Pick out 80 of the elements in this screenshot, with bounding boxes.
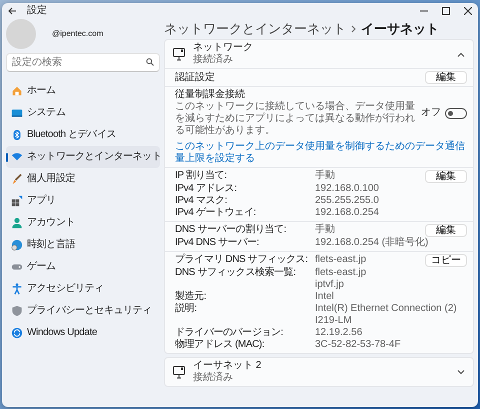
person-icon [11, 217, 23, 229]
sidebar-item[interactable]: ネットワークとインターネット [6, 146, 160, 168]
sidebar-item[interactable]: 個人用設定 [6, 168, 160, 190]
sidebar-item[interactable]: アクセシビリティ [6, 278, 160, 300]
property-value: 192.168.0.254 (非暗号化) [315, 237, 430, 249]
property-value: 手動 [315, 170, 336, 182]
brush-icon [11, 173, 23, 185]
setting-description: このネットワークに接続している場合、データ使用量を減らすためにアプリによっては異なる動作が行われる可能性があります。 [175, 101, 416, 137]
chevron-right-icon [351, 25, 356, 33]
property-value: Intel [315, 291, 335, 303]
shield-icon [11, 305, 23, 317]
sidebar-item[interactable]: アプリ [6, 190, 160, 212]
property-label: DNS サフィックス検索一覧: [175, 267, 297, 279]
property-label: 物理アドレス (MAC): [175, 339, 266, 351]
property-value: 3C-52-82-53-78-4F [315, 339, 402, 351]
bluetooth-icon [11, 129, 23, 141]
edit-button[interactable]: 編集 [425, 224, 467, 237]
property-value: 255.255.255.0 [315, 195, 380, 207]
close-icon[interactable] [464, 7, 472, 15]
wifi-icon [11, 151, 23, 163]
edit-button[interactable]: 編集 [425, 170, 467, 183]
data-limit-link[interactable]: このネットワーク上のデータ使用量を制御するためのデータ通信量上限を設定する [175, 141, 467, 165]
panel-title: イーサネット 2 [193, 360, 262, 372]
toggle-switch[interactable] [445, 108, 467, 118]
sidebar-item[interactable]: システム [6, 102, 160, 124]
sidebar-item[interactable]: Windows Update [6, 322, 160, 344]
home-icon [11, 85, 23, 97]
ethernet-icon [173, 366, 185, 378]
connection-status: 接続済み [193, 372, 234, 384]
property-value: Intel(R) Ethernet Connection (2) [315, 303, 458, 315]
sidebar-item[interactable]: プライバシーとセキュリティ [6, 300, 160, 322]
property-label: ドライバーのバージョン: [175, 327, 284, 339]
property-value: I219-LM [315, 315, 353, 327]
property-value: 192.168.0.254 [315, 207, 380, 219]
sidebar-item[interactable]: ゲーム [6, 256, 160, 278]
copy-button[interactable]: コピー [425, 254, 467, 267]
account-email: @ipentec.com [52, 28, 104, 40]
connection-status: 接続済み [193, 54, 234, 66]
sidebar-item[interactable]: 時刻と言語 [6, 234, 160, 256]
globe-icon [11, 239, 23, 251]
avatar [6, 19, 36, 49]
toggle-state-label: オフ [421, 107, 441, 119]
property-label: プライマリ DNS サフィックス: [175, 254, 309, 266]
setting-title: 従量制課金接続 [175, 89, 246, 101]
property-value: 手動 [315, 224, 336, 236]
accessibility-icon [11, 283, 23, 295]
panel-title: ネットワーク [193, 42, 254, 54]
property-label: IP 割り当て: [175, 170, 228, 182]
setting-label: 認証設定 [175, 72, 216, 84]
property-value: 12.19.2.56 [315, 327, 364, 339]
property-label: IPv4 DNS サーバー: [175, 237, 260, 249]
edit-button[interactable]: 編集 [425, 71, 467, 84]
back-icon[interactable] [8, 7, 17, 15]
chevron-up-icon[interactable] [457, 52, 465, 56]
search-field[interactable]: 設定の検索 [6, 53, 160, 72]
ethernet-icon [173, 48, 185, 60]
property-label: 説明: [175, 303, 198, 315]
sidebar-item[interactable]: ホーム [6, 80, 160, 102]
property-label: DNS サーバーの割り当て: [175, 224, 288, 236]
sidebar-item[interactable]: アカウント [6, 212, 160, 234]
update-icon [11, 327, 23, 339]
property-value: 192.168.0.100 [315, 183, 380, 195]
monitor-icon [11, 107, 23, 119]
property-value: flets-east.jp [315, 254, 368, 266]
property-label: 製造元: [175, 291, 208, 302]
page-title: イーサネット [361, 21, 439, 37]
property-label: IPv4 マスク: [175, 195, 228, 207]
apps-icon [11, 195, 23, 207]
window-title: 設定 [27, 5, 47, 17]
property-value: flets-east.jp [315, 267, 368, 279]
property-label: IPv4 アドレス: [175, 183, 238, 195]
search-icon[interactable] [146, 58, 154, 66]
property-label: IPv4 ゲートウェイ: [175, 207, 257, 219]
property-value: iptvf.jp [315, 279, 345, 291]
chevron-down-icon[interactable] [457, 370, 465, 374]
sidebar-item[interactable]: Bluetooth とデバイス [6, 124, 160, 146]
panel-header[interactable]: ネットワーク 接続済み [165, 40, 473, 68]
panel-header[interactable]: イーサネット 2 接続済み [165, 358, 473, 386]
breadcrumb-link[interactable]: ネットワークとインターネット [164, 21, 346, 37]
maximize-icon[interactable] [442, 7, 450, 15]
